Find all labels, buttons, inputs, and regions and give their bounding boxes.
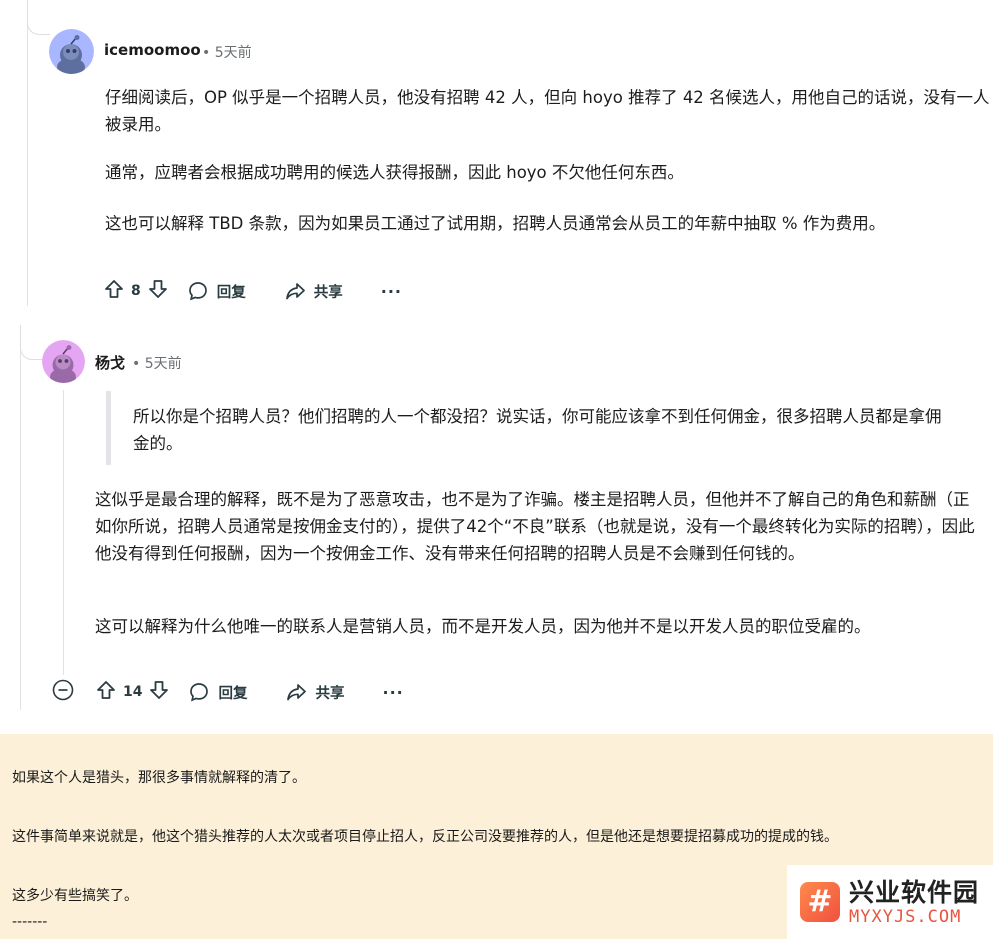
share-button[interactable]: 共享: [285, 681, 344, 703]
watermark: # 兴业软件园 MYXYJS.COM: [787, 865, 994, 939]
comment-bubble-icon: [188, 681, 210, 703]
comment-paragraph: 这可以解释为什么他唯一的联系人是营销人员，而不是开发人员，因为他并不是以开发人员…: [95, 617, 871, 636]
thread-line-reply: [63, 390, 64, 675]
reply-label: 回复: [216, 284, 246, 301]
note-line: -------: [12, 914, 48, 930]
quote-bar: [106, 391, 111, 465]
share-button[interactable]: 共享: [284, 280, 343, 302]
share-icon: [285, 681, 307, 703]
comment-username[interactable]: 杨戈: [95, 352, 125, 373]
watermark-logo-icon: #: [800, 882, 840, 922]
upvote-icon[interactable]: [103, 278, 125, 304]
reply-button[interactable]: 回复: [188, 681, 247, 703]
comment-actions: 14 回复 共享 ···: [51, 678, 404, 706]
watermark-domain: MYXYJS.COM: [849, 906, 962, 927]
note-line: 这多少有些搞笑了。: [12, 888, 138, 904]
share-icon: [284, 280, 306, 302]
thread-line-left: [20, 325, 21, 710]
downvote-icon[interactable]: [147, 278, 169, 304]
more-options-button[interactable]: ···: [382, 683, 403, 702]
reply-label: 回复: [218, 685, 248, 702]
comment-paragraph: 通常，应聘者会根据成功聘用的候选人获得报酬，因此 hoyo 不欠他任何东西。: [105, 163, 684, 182]
comment-username[interactable]: icemoomoo: [104, 41, 201, 59]
thread-line-top: [27, 0, 28, 306]
share-label: 共享: [313, 284, 343, 301]
comment-bubble-icon: [187, 280, 209, 302]
avatar[interactable]: [42, 340, 85, 383]
quoted-text: 所以你是个招聘人员？他们招聘的人一个都没招？说实话，你可能应该拿不到任何佣金，很…: [133, 407, 942, 453]
thread-elbow-2: [20, 325, 43, 360]
comment-paragraph: 这似乎是最合理的解释，既不是为了恶意攻击，也不是为了诈骗。楼主是招聘人员，但他并…: [95, 490, 975, 563]
reply-button[interactable]: 回复: [187, 280, 246, 302]
comment-paragraph: 这也可以解释 TBD 条款，因为如果员工通过了试用期，招聘人员通常会从员工的年薪…: [105, 214, 886, 233]
vote-count: 8: [131, 283, 141, 299]
share-label: 共享: [315, 685, 345, 702]
note-line: 这件事简单来说就是，他这个猎头推荐的人太次或者项目停止招人，反正公司没要推荐的人…: [12, 829, 838, 845]
collapse-icon[interactable]: [51, 678, 75, 706]
avatar[interactable]: [49, 29, 94, 74]
comment-timestamp: • 5天前: [202, 45, 252, 61]
thread-elbow-1: [27, 0, 50, 35]
vote-count: 14: [123, 684, 143, 700]
upvote-icon[interactable]: [95, 679, 117, 705]
more-options-button[interactable]: ···: [381, 282, 402, 301]
comment-actions: 8 回复 共享 ···: [103, 277, 402, 305]
comment-paragraph: 仔细阅读后，OP 似乎是一个招聘人员，他没有招聘 42 人，但向 hoyo 推荐…: [105, 88, 990, 134]
downvote-icon[interactable]: [148, 679, 170, 705]
comment-timestamp: • 5天前: [132, 356, 182, 372]
watermark-name: 兴业软件园: [849, 877, 980, 907]
note-line: 如果这个人是猎头，那很多事情就解释的清了。: [12, 770, 306, 786]
